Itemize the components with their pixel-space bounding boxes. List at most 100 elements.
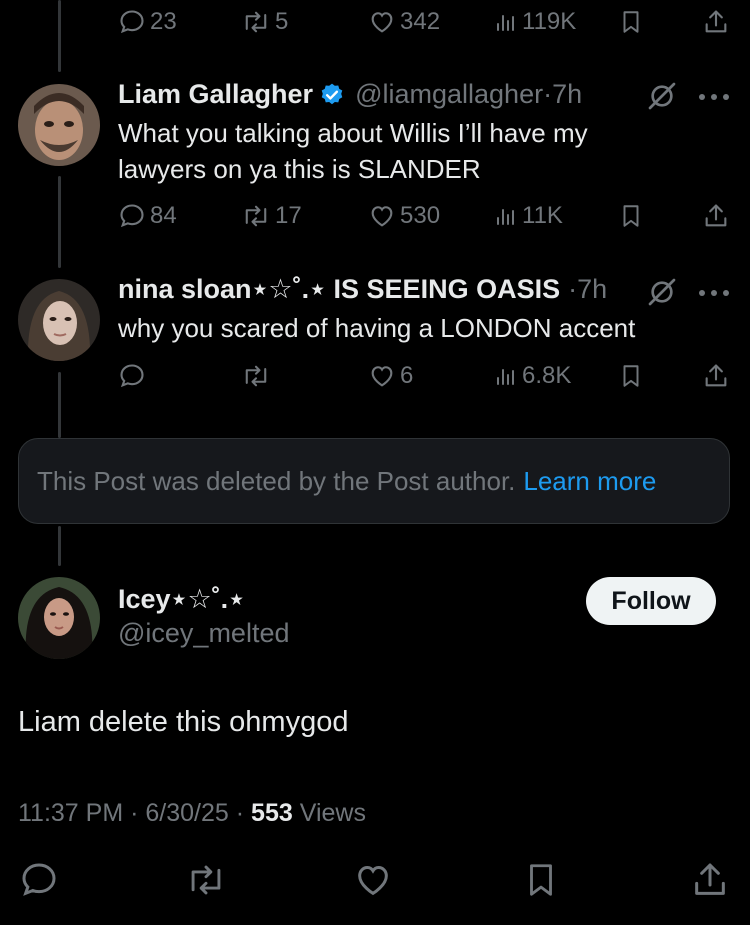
share-icon xyxy=(705,364,727,387)
repost-count: 17 xyxy=(275,202,302,229)
display-name[interactable]: Liam Gallagher xyxy=(118,79,313,110)
main-post-text: Liam delete this ohmygod xyxy=(18,706,349,738)
reply-icon xyxy=(120,10,144,34)
post-time[interactable]: 11:37 PM xyxy=(18,799,123,827)
repost-button[interactable]: 5 xyxy=(241,8,288,36)
separator-dot: · xyxy=(568,274,578,304)
more-options-icon[interactable] xyxy=(697,92,731,102)
heart-icon xyxy=(371,12,393,33)
repost-button[interactable]: 17 xyxy=(241,202,302,230)
like-count: 6 xyxy=(400,362,414,389)
thread-line-top xyxy=(58,0,61,72)
views-button[interactable]: 11K xyxy=(494,202,563,230)
deleted-post-text: This Post was deleted by the Post author… xyxy=(37,465,516,496)
grok-icon[interactable] xyxy=(646,276,678,308)
learn-more-link[interactable]: Learn more xyxy=(523,466,656,497)
share-icon[interactable] xyxy=(690,860,730,900)
views-icon xyxy=(497,15,514,31)
repost-count: 5 xyxy=(275,8,289,35)
display-name[interactable]: nina sloan⋆☆˚.⋆ IS SEEING OASIS xyxy=(118,274,560,305)
repost-icon[interactable] xyxy=(185,860,227,900)
bookmark-icon xyxy=(623,11,639,33)
avatar-icey-image xyxy=(18,577,100,659)
deleted-post-notice: This Post was deleted by the Post author… xyxy=(18,438,730,524)
main-post-handle-row: @icey_melted xyxy=(118,618,289,649)
bookmark-button[interactable] xyxy=(618,202,644,230)
avatar-icey[interactable] xyxy=(18,577,100,659)
avatar-liam-image xyxy=(18,84,100,166)
post-metadata: 11:37 PM · 6/30/25 · 553 Views xyxy=(18,799,366,828)
reply-button[interactable] xyxy=(118,362,146,390)
views-count: 11K xyxy=(522,202,563,229)
repost-icon xyxy=(245,11,267,33)
views-button[interactable]: 6.8K xyxy=(494,362,571,390)
reply-button[interactable]: 23 xyxy=(118,8,177,36)
share-icon xyxy=(705,204,727,227)
display-name[interactable]: Icey⋆☆˚.⋆ xyxy=(118,584,245,615)
follow-button[interactable]: Follow xyxy=(586,577,716,625)
top-tweet-actions: 23 5 342 119K xyxy=(118,8,732,42)
more-options-icon[interactable] xyxy=(697,288,731,298)
reply-count: 84 xyxy=(150,202,177,229)
tweet-text-line: why you scared of having a LONDON accent xyxy=(118,313,636,343)
main-post-name-row: Icey⋆☆˚.⋆ xyxy=(118,584,245,615)
separator-dot: · xyxy=(130,799,146,827)
views-label: Views xyxy=(299,799,366,827)
reply-icon xyxy=(120,204,144,228)
tweet-header-liam: Liam Gallagher @liamgallagher · 7h xyxy=(118,79,582,110)
views-count: 553 xyxy=(251,799,293,827)
timestamp[interactable]: 7h xyxy=(552,79,582,110)
bookmark-button[interactable] xyxy=(618,362,644,390)
tweet-text-liam: What you talking about Willis I’ll have … xyxy=(118,115,588,187)
avatar-liam[interactable] xyxy=(18,84,100,166)
bookmark-button[interactable] xyxy=(618,8,644,36)
separator-dot: · xyxy=(543,79,553,109)
timestamp[interactable]: 7h xyxy=(577,274,607,305)
avatar-nina-image xyxy=(18,279,100,361)
share-button[interactable] xyxy=(702,202,730,230)
reply-count: 23 xyxy=(150,8,177,35)
tweet-text-line: What you talking about Willis I’ll have … xyxy=(118,118,588,148)
reply-button[interactable]: 84 xyxy=(118,202,177,230)
heart-icon xyxy=(371,366,393,387)
views-icon xyxy=(497,209,514,225)
main-post-actions xyxy=(0,860,750,900)
reply-icon xyxy=(120,364,144,388)
views-button[interactable]: 119K xyxy=(494,8,576,36)
tweet-text-nina: why you scared of having a LONDON accent xyxy=(118,310,635,346)
avatar-nina[interactable] xyxy=(18,279,100,361)
views-count: 6.8K xyxy=(522,362,572,389)
thread-line-2 xyxy=(58,372,61,438)
handle[interactable]: @icey_melted xyxy=(118,618,289,649)
share-icon xyxy=(705,10,727,33)
thread-line-3 xyxy=(58,526,61,566)
like-button[interactable]: 342 xyxy=(368,8,440,36)
separator-dot: · xyxy=(235,799,252,827)
tweet-text-line: lawyers on ya this is SLANDER xyxy=(118,154,481,184)
heart-icon[interactable] xyxy=(353,860,393,900)
repost-icon xyxy=(245,205,267,227)
tweet-header-nina: nina sloan⋆☆˚.⋆ IS SEEING OASIS · 7h xyxy=(118,274,607,305)
nina-tweet-actions: 6 6.8K xyxy=(118,362,732,396)
like-button[interactable]: 6 xyxy=(368,362,413,390)
post-date[interactable]: 6/30/25 xyxy=(145,799,228,827)
liam-tweet-actions: 84 17 530 11K xyxy=(118,202,732,236)
thread-line-1 xyxy=(58,176,61,268)
share-button[interactable] xyxy=(702,8,730,36)
heart-icon xyxy=(371,206,393,227)
bookmark-icon[interactable] xyxy=(522,860,560,900)
bookmark-icon xyxy=(623,205,639,227)
views-icon xyxy=(497,369,514,385)
repost-button[interactable] xyxy=(241,362,271,390)
repost-icon xyxy=(245,365,267,387)
bookmark-icon xyxy=(623,365,639,387)
verified-badge-icon xyxy=(321,83,343,104)
reply-icon[interactable] xyxy=(19,860,59,900)
like-button[interactable]: 530 xyxy=(368,202,440,230)
grok-icon[interactable] xyxy=(646,80,678,112)
views-count: 119K xyxy=(522,8,577,35)
like-count: 530 xyxy=(400,202,441,229)
like-count: 342 xyxy=(400,8,441,35)
share-button[interactable] xyxy=(702,362,730,390)
handle[interactable]: @liamgallagher xyxy=(355,79,543,110)
